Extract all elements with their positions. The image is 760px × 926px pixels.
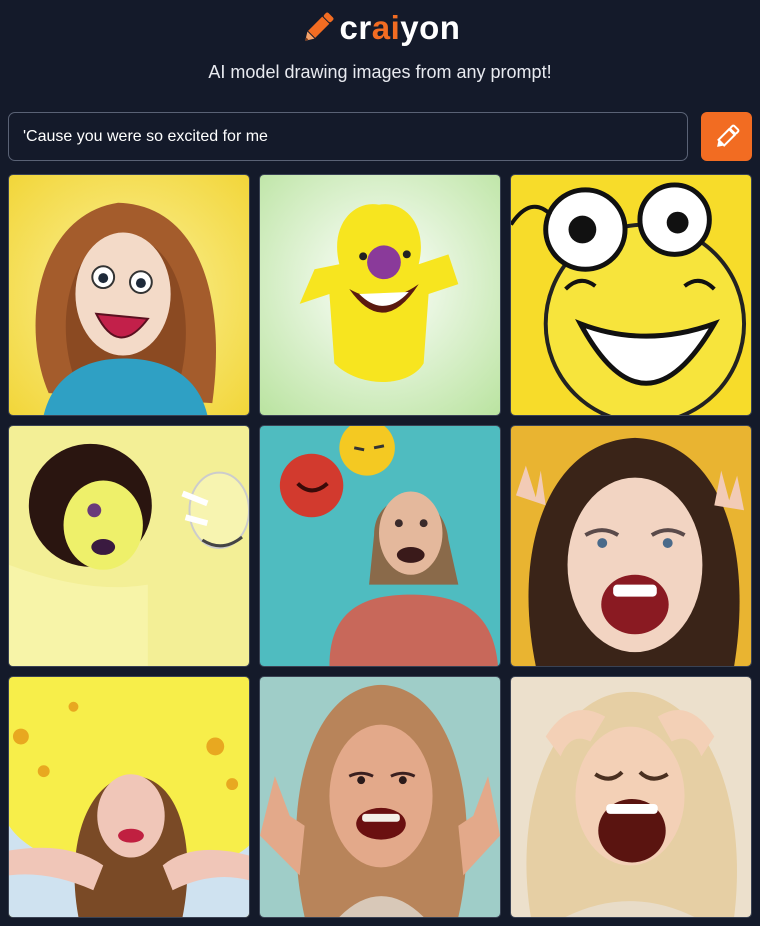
logo[interactable]: craiyon [0, 8, 760, 48]
image-canvas [9, 426, 249, 666]
image-canvas [260, 426, 500, 666]
generated-image-5[interactable] [259, 425, 501, 667]
image-canvas [511, 677, 751, 917]
generated-image-7[interactable] [8, 676, 250, 918]
generated-image-4[interactable] [8, 425, 250, 667]
generated-image-2[interactable] [259, 174, 501, 416]
generated-image-1[interactable] [8, 174, 250, 416]
pencil-icon [304, 12, 333, 41]
draw-button[interactable] [701, 112, 752, 161]
header: craiyon AI model drawing images from any… [0, 0, 760, 110]
prompt-input[interactable] [8, 112, 688, 161]
image-canvas [511, 175, 751, 415]
generated-image-8[interactable] [259, 676, 501, 918]
image-canvas [260, 175, 500, 415]
brand-prefix: cr [339, 9, 372, 46]
brand-name: craiyon [340, 9, 461, 47]
image-canvas [260, 677, 500, 917]
brand-accent: ai [371, 9, 401, 46]
image-canvas [511, 426, 751, 666]
brand-suffix: yon [400, 9, 461, 46]
pencil-icon [716, 124, 739, 147]
tagline: AI model drawing images from any prompt! [208, 62, 552, 82]
image-canvas [9, 677, 249, 917]
generated-image-3[interactable] [510, 174, 752, 416]
image-grid [8, 174, 752, 918]
generated-image-6[interactable] [510, 425, 752, 667]
image-canvas [9, 175, 249, 415]
generated-image-9[interactable] [510, 676, 752, 918]
